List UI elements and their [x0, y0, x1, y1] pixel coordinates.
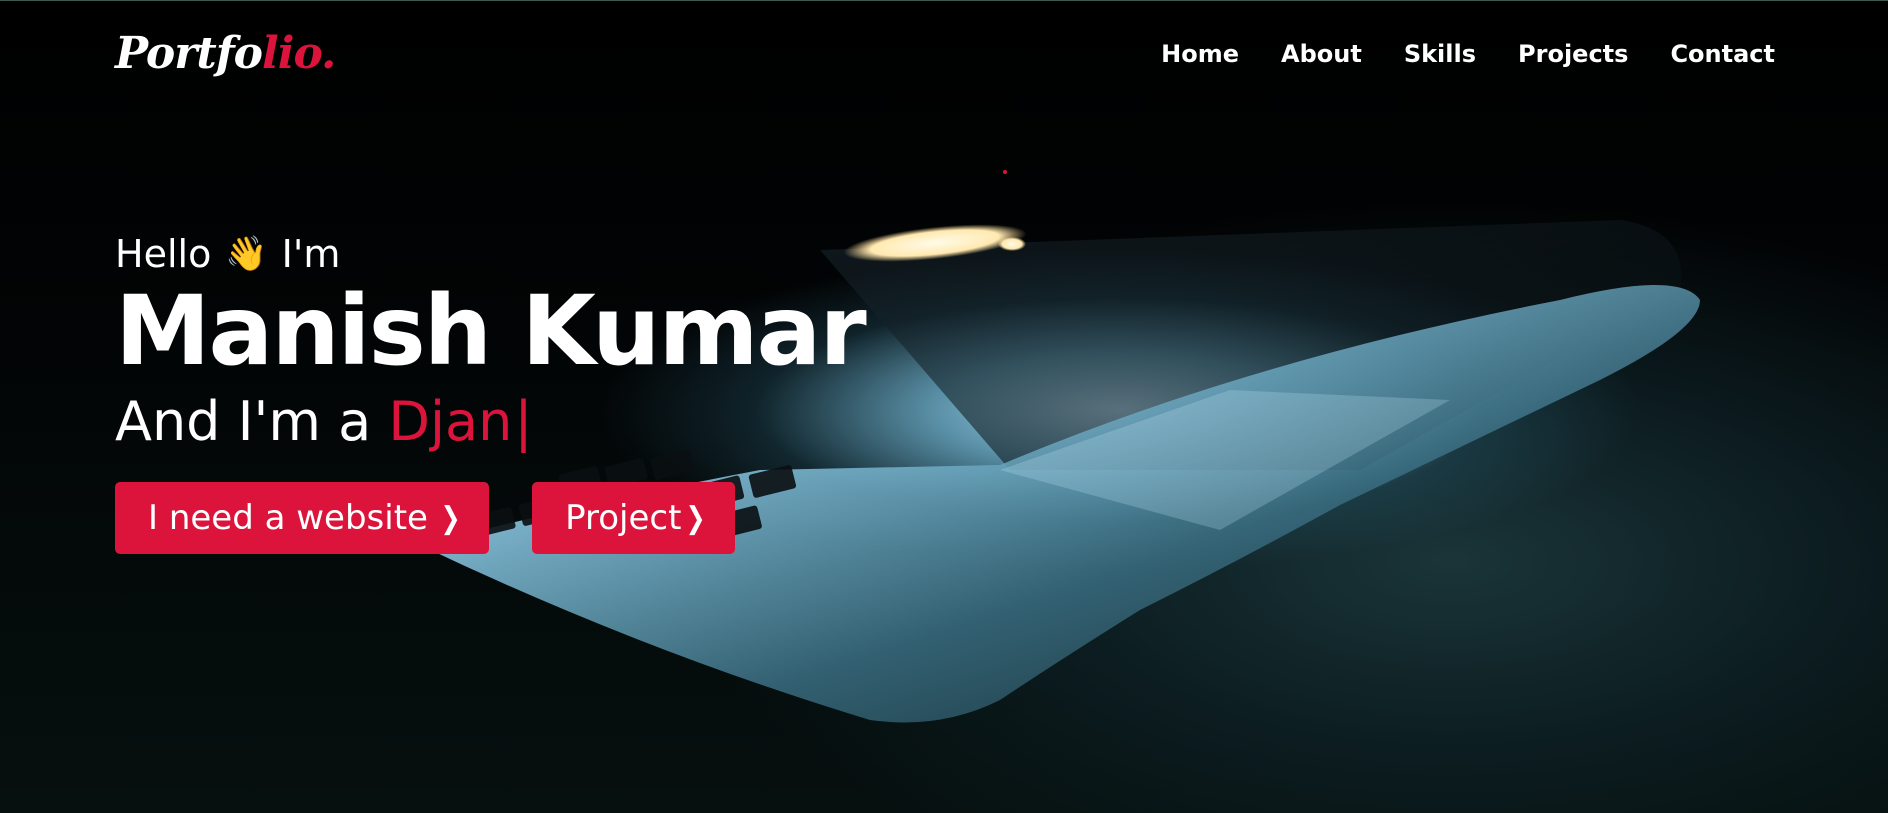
nav-link-projects[interactable]: Projects — [1518, 40, 1628, 68]
need-website-button-label: I need a website — [148, 498, 428, 539]
nav-link-home[interactable]: Home — [1161, 40, 1239, 68]
waving-hand-icon: 👋 — [225, 234, 268, 274]
decorative-dot — [1003, 170, 1007, 174]
hero-buttons: I need a website ❯ Project ❯ — [115, 482, 865, 555]
hero-section: Hello 👋 I'm Manish Kumar And I'm a Djan|… — [115, 232, 867, 555]
nav-menu: Home About Skills Projects Contact — [1161, 40, 1775, 68]
hero-name: Manish Kumar — [115, 275, 867, 387]
nav-link-about[interactable]: About — [1281, 40, 1362, 68]
logo-main-text: Portfo — [115, 28, 263, 79]
typed-role-text: Djan — [388, 389, 513, 453]
project-button[interactable]: Project ❯ — [532, 482, 735, 555]
greeting-hello-text: Hello — [115, 232, 212, 276]
page: Portfolio. Home About Skills Projects Co… — [0, 0, 1888, 813]
role-prefix: And I'm a — [115, 389, 372, 453]
nav-link-contact[interactable]: Contact — [1670, 40, 1775, 68]
chevron-right-icon: ❯ — [685, 500, 707, 536]
project-button-label: Project — [565, 498, 682, 539]
logo[interactable]: Portfolio. — [115, 28, 336, 79]
nav-link-skills[interactable]: Skills — [1404, 40, 1476, 68]
role-line: And I'm a Djan| — [115, 390, 865, 455]
logo-accent-text: lio. — [262, 28, 336, 79]
chevron-right-icon: ❯ — [440, 500, 461, 536]
greeting-im-text: I'm — [281, 232, 341, 276]
typing-cursor: | — [514, 389, 533, 453]
navbar: Portfolio. Home About Skills Projects Co… — [115, 24, 1775, 88]
greeting: Hello 👋 I'm — [115, 232, 865, 276]
need-website-button[interactable]: I need a website ❯ — [115, 482, 490, 555]
